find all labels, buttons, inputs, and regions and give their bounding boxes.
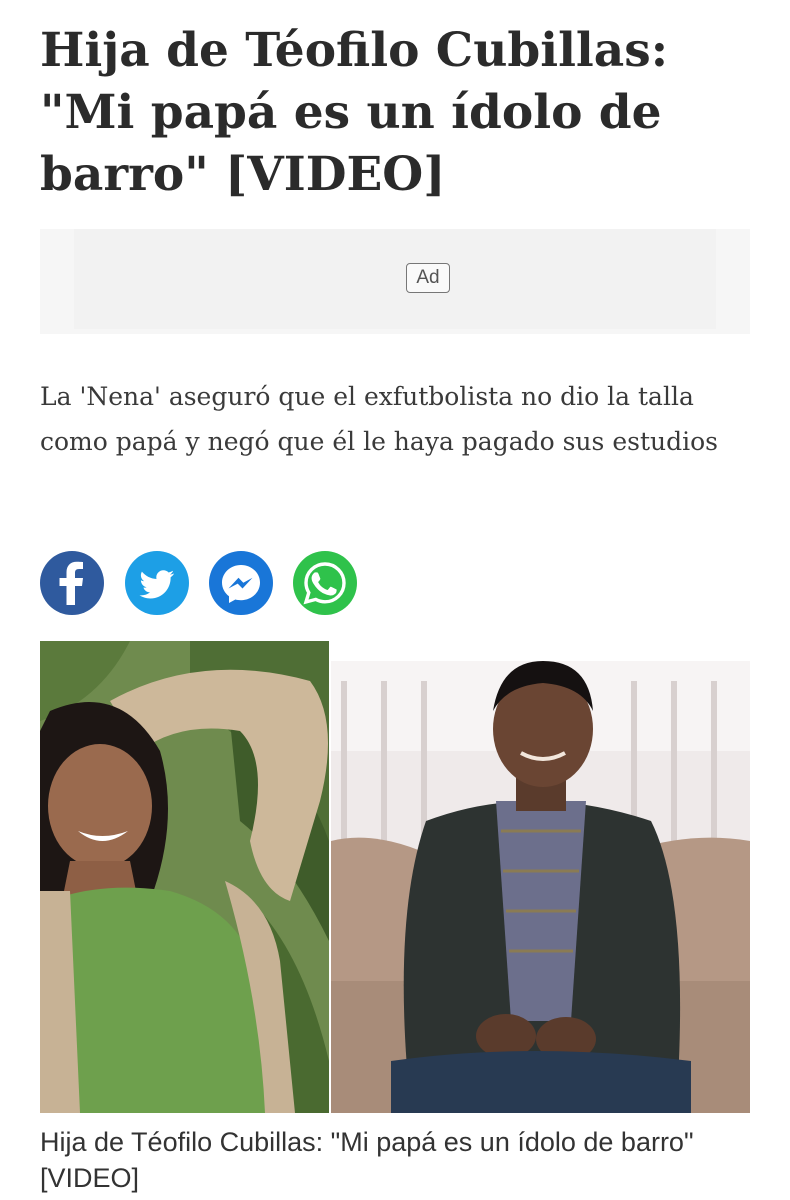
article-summary: La 'Nena' aseguró que el exfutbolista no… (40, 382, 718, 456)
share-twitter-button[interactable] (125, 551, 189, 615)
article-photo-father[interactable] (331, 641, 750, 1113)
woman-photo-illustration (40, 641, 329, 1113)
ad-badge: Ad (406, 263, 450, 293)
twitter-icon (139, 570, 174, 599)
ad-slot[interactable]: Ad (40, 229, 750, 334)
facebook-icon (59, 561, 83, 605)
article-headline: Hija de Téofilo Cubillas: "Mi papá es un… (40, 23, 669, 202)
article-photo-daughter[interactable] (40, 641, 329, 1113)
share-facebook-button[interactable] (40, 551, 104, 615)
man-photo-illustration (331, 641, 750, 1113)
ad-inner[interactable]: Ad (74, 229, 716, 329)
image-caption: Hija de Téofilo Cubillas: "Mi papá es un… (40, 1127, 694, 1193)
messenger-icon (222, 565, 260, 603)
share-whatsapp-button[interactable] (293, 551, 357, 615)
share-messenger-button[interactable] (209, 551, 273, 615)
whatsapp-icon (303, 562, 346, 605)
